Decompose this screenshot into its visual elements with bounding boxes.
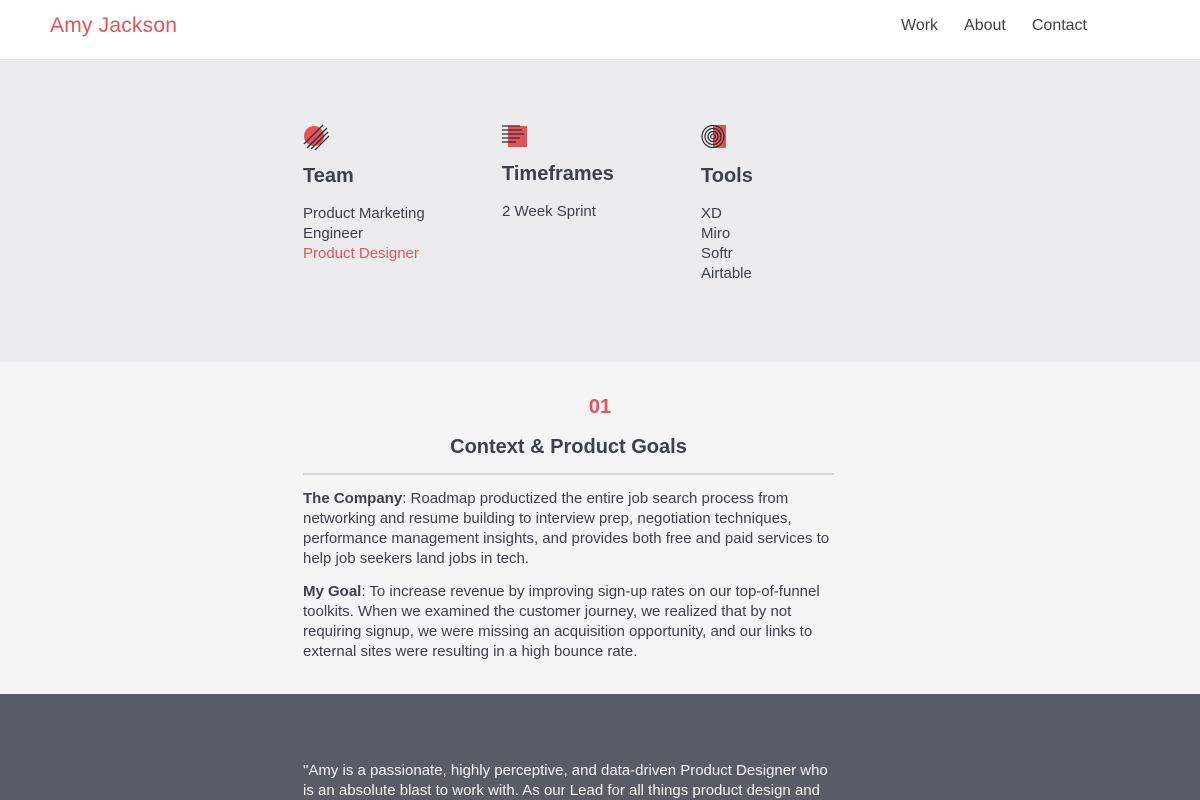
nav-about-link[interactable]: About [964,17,1006,35]
concentric-circles-icon [701,124,726,149]
context-goals-section: 01 Context & Product Goals The Company: … [0,362,1200,694]
goal-label: My Goal [303,583,362,600]
company-paragraph: The Company: Roadmap productized the ent… [303,489,834,569]
top-navigation-bar: Amy Jackson Work About Contact [0,0,1200,60]
team-item: Engineer [303,225,364,242]
nav-contact-link[interactable]: Contact [1032,17,1087,35]
main-nav: Work About Contact [875,17,1087,35]
section-number: 01 [588,396,612,418]
section-divider [303,473,834,475]
team-column: Team Product Marketing Engineer Product … [303,124,483,264]
team-title: Team [303,165,354,187]
timeframes-column: Timeframes 2 Week Sprint [502,124,682,222]
team-item: Product Marketing [303,205,425,222]
tools-column: Tools XD Miro Softr Airtable [701,124,881,284]
testimonial-text: "Amy is a passionate, highly perceptive,… [303,762,828,799]
tools-item: Airtable [701,265,752,282]
goal-text: : To increase revenue by improving sign-… [303,583,820,660]
tools-title: Tools [701,165,753,187]
goal-paragraph: My Goal: To increase revenue by improvin… [303,582,834,662]
diagonal-stripes-circle-icon [303,124,329,150]
tools-list: XD Miro Softr Airtable [701,204,881,284]
team-list: Product Marketing Engineer Product Desig… [303,204,483,264]
testimonial-section: "Amy is a passionate, highly perceptive,… [0,694,1200,800]
tools-item: Miro [701,225,731,242]
timeframes-list: 2 Week Sprint [502,202,682,222]
brand-name-link[interactable]: Amy Jackson [50,14,177,38]
striped-square-icon [502,125,527,147]
team-item-highlighted: Product Designer [303,245,419,262]
project-info-section: Team Product Marketing Engineer Product … [0,60,1200,362]
tools-item: XD [701,205,722,222]
company-label: The Company [303,490,403,507]
section-heading: Context & Product Goals [450,436,687,458]
timeframes-title: Timeframes [502,163,614,185]
timeframes-item: 2 Week Sprint [502,203,596,220]
tools-item: Softr [701,245,733,262]
nav-work-link[interactable]: Work [901,17,938,35]
